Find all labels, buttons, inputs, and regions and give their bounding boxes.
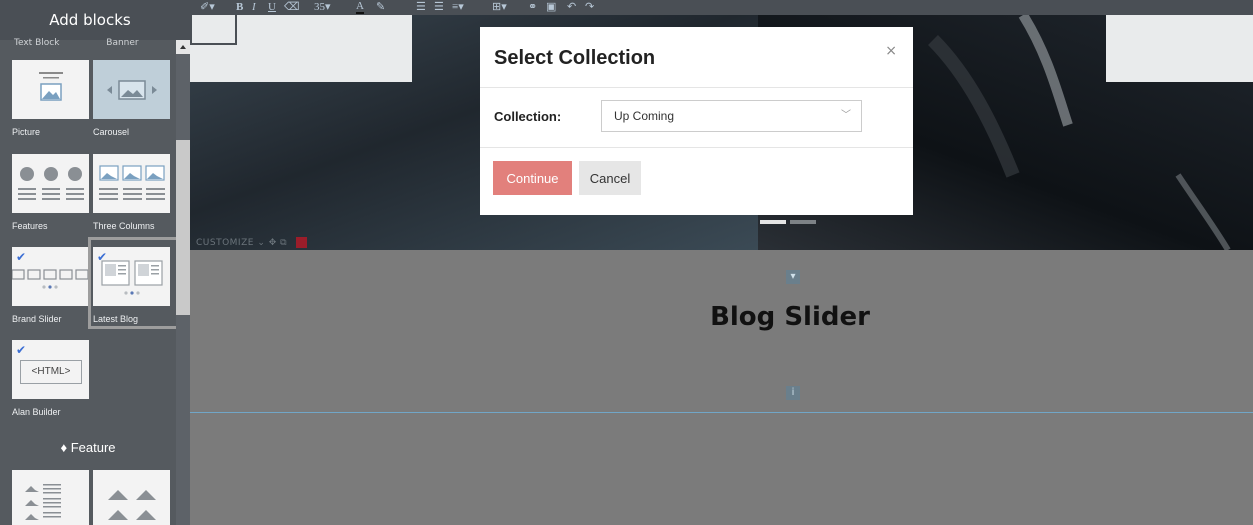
brand-slider-block-icon xyxy=(12,268,89,289)
block-label-picture: Picture xyxy=(12,127,41,137)
collection-selected-value[interactable]: Up Coming xyxy=(614,109,674,123)
toolbar-tab-outline xyxy=(190,15,237,45)
collection-select[interactable]: Up Coming ﹀ xyxy=(601,100,862,132)
modal-divider xyxy=(480,87,913,88)
font-size-value[interactable]: 35 xyxy=(314,1,325,13)
copy-icon[interactable]: ⧉ xyxy=(280,238,287,248)
customize-label[interactable]: CUSTOMIZE xyxy=(196,238,254,248)
text-format-toolbar: ✐▾ B I U ⌫ 35▾ A ✎ ☰ ☰ ≡▾ ⊞▾ ⚭ ▣ ↶ ↷ xyxy=(190,0,1253,15)
close-icon[interactable]: × xyxy=(885,43,897,59)
italic-icon[interactable]: I xyxy=(252,0,256,15)
blog-slider-title: Blog Slider xyxy=(710,302,870,332)
pro-badge-icon: ✔ xyxy=(16,343,27,357)
block-alan-builder[interactable]: ✔ <HTML> Alan Builder xyxy=(12,340,89,417)
block-picture[interactable]: Picture xyxy=(12,60,89,137)
feature-section-heading: ♦ Feature xyxy=(0,440,176,455)
delete-icon[interactable] xyxy=(296,237,308,248)
block-label-features: Features xyxy=(12,221,48,231)
carousel-thumbnail xyxy=(93,60,170,119)
text-color-icon[interactable]: A xyxy=(356,0,364,14)
bold-icon[interactable]: B xyxy=(236,0,243,15)
sidebar-cutoff-labels: Text Block Banner xyxy=(14,38,183,48)
selected-block-frame xyxy=(88,237,181,329)
highlight-icon[interactable]: ✎ xyxy=(376,0,385,15)
block-label-alan-builder: Alan Builder xyxy=(12,407,61,417)
cutoff-label-text-block: Text Block xyxy=(14,38,60,48)
sidebar-scroll-thumb[interactable] xyxy=(176,140,190,315)
font-size-select[interactable]: 35▾ xyxy=(314,0,331,15)
feature-grid-block-icon xyxy=(107,489,156,520)
chevron-down-icon[interactable]: ⌄ xyxy=(257,238,265,248)
download-icon[interactable]: ▾ xyxy=(786,270,800,284)
carousel-block-icon xyxy=(106,79,157,100)
picture-block-icon xyxy=(38,71,63,101)
underline-icon[interactable]: U xyxy=(268,0,276,15)
block-brand-slider[interactable]: ✔ Brand Slider xyxy=(12,247,89,324)
alan-builder-thumbnail: ✔ <HTML> xyxy=(12,340,89,399)
pro-badge-icon: ✔ xyxy=(16,250,27,264)
carousel-dot[interactable] xyxy=(790,220,816,224)
scroll-up-arrow-icon[interactable] xyxy=(176,40,190,54)
sidebar-title: Add blocks xyxy=(0,0,190,40)
block-carousel[interactable]: Carousel xyxy=(93,60,170,137)
feature-grid-thumbnail xyxy=(93,470,170,525)
block-label-brand-slider: Brand Slider xyxy=(12,314,62,324)
collection-label: Collection: xyxy=(494,109,562,124)
customize-bar[interactable]: CUSTOMIZE ⌄ ✥ ⧉ xyxy=(196,237,308,248)
undo-icon[interactable]: ↶ xyxy=(567,0,576,15)
feature-list-thumbnail xyxy=(12,470,89,525)
three-columns-thumbnail xyxy=(93,154,170,213)
cancel-button[interactable]: Cancel xyxy=(579,161,641,195)
brand-slider-thumbnail: ✔ xyxy=(12,247,89,306)
link-icon[interactable]: ⚭ xyxy=(528,0,537,15)
block-label-three-columns: Three Columns xyxy=(93,221,155,231)
carousel-dot-active[interactable] xyxy=(760,220,786,224)
html-tag-label: <HTML> xyxy=(20,360,82,384)
picture-thumbnail xyxy=(12,60,89,119)
move-icon[interactable]: ✥ xyxy=(269,238,277,248)
features-block-icon xyxy=(17,166,84,200)
redo-icon[interactable]: ↷ xyxy=(585,0,594,15)
section-divider xyxy=(190,412,1253,413)
feature-section-label: Feature xyxy=(70,440,116,455)
eraser-icon[interactable]: ⌫ xyxy=(284,0,300,15)
table-icon[interactable]: ⊞▾ xyxy=(492,0,507,15)
align-icon[interactable]: ≡▾ xyxy=(452,0,464,15)
features-thumbnail xyxy=(12,154,89,213)
block-feature-grid[interactable] xyxy=(93,470,170,525)
select-collection-modal: Select Collection × Collection: Up Comin… xyxy=(480,27,913,215)
unordered-list-icon[interactable]: ☰ xyxy=(416,0,426,15)
image-icon[interactable]: ▣ xyxy=(546,0,556,15)
cutoff-label-banner: Banner xyxy=(106,38,139,48)
block-feature-list[interactable] xyxy=(12,470,89,525)
ordered-list-icon[interactable]: ☰ xyxy=(434,0,444,15)
chevron-down-icon[interactable]: ﹀ xyxy=(841,101,851,131)
hero-caption-right xyxy=(1106,15,1253,82)
three-columns-block-icon xyxy=(98,164,165,200)
continue-button[interactable]: Continue xyxy=(493,161,572,195)
info-icon[interactable]: i xyxy=(786,386,800,400)
modal-divider xyxy=(480,147,913,148)
block-label-carousel: Carousel xyxy=(93,127,130,137)
carousel-indicators[interactable] xyxy=(760,220,816,224)
block-features[interactable]: Features xyxy=(12,154,89,231)
modal-title: Select Collection xyxy=(494,47,656,69)
diamond-icon: ♦ xyxy=(60,440,68,455)
blocks-sidebar: Add blocks Text Block Banner Picture Car… xyxy=(0,0,190,525)
brush-icon[interactable]: ✐▾ xyxy=(200,0,215,15)
block-three-columns[interactable]: Three Columns xyxy=(93,154,170,231)
blog-slider-section xyxy=(190,250,1253,525)
feature-list-block-icon xyxy=(24,483,61,520)
